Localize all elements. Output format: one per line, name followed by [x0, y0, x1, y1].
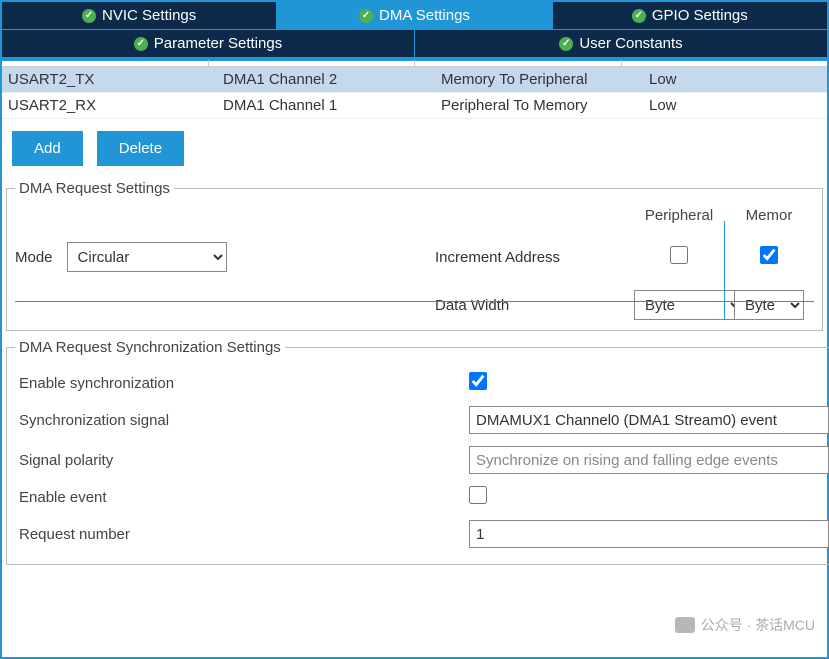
- check-icon: ✓: [134, 37, 148, 51]
- tabs-secondary: ✓ Parameter Settings ✓ User Constants: [2, 29, 827, 59]
- tab-parameter-settings[interactable]: ✓ Parameter Settings: [2, 30, 415, 57]
- tab-nvic-settings[interactable]: ✓ NVIC Settings: [2, 2, 277, 29]
- table-row[interactable]: USART2_RX DMA1 Channel 1 Peripheral To M…: [2, 93, 827, 119]
- cell-direction: Peripheral To Memory: [435, 93, 643, 118]
- cell-priority: Low: [643, 67, 827, 92]
- tab-label: DMA Settings: [379, 7, 470, 24]
- cell-direction: Memory To Peripheral: [435, 67, 643, 92]
- request-number-input[interactable]: [469, 520, 829, 548]
- enable-sync-checkbox[interactable]: [469, 372, 487, 390]
- tab-label: Parameter Settings: [154, 35, 282, 52]
- add-button[interactable]: Add: [12, 131, 83, 166]
- enable-event-label: Enable event: [19, 489, 459, 506]
- check-icon: ✓: [82, 9, 96, 23]
- tab-gpio-settings[interactable]: ✓ GPIO Settings: [553, 2, 827, 29]
- enable-event-checkbox[interactable]: [469, 486, 487, 504]
- tab-label: NVIC Settings: [102, 7, 196, 24]
- mode-select[interactable]: Circular: [67, 242, 227, 272]
- signal-polarity-input[interactable]: [469, 446, 829, 474]
- watermark: 公众号 · 茶话MCU: [675, 615, 815, 635]
- header-spacer: [2, 59, 827, 67]
- table-row[interactable]: USART2_TX DMA1 Channel 2 Memory To Perip…: [2, 67, 827, 93]
- check-icon: ✓: [632, 9, 646, 23]
- cell-channel: DMA1 Channel 1: [217, 93, 435, 118]
- tab-dma-settings[interactable]: ✓ DMA Settings: [277, 2, 552, 29]
- mode-label: Mode: [15, 249, 53, 266]
- col-header-peripheral: Peripheral: [634, 207, 724, 224]
- data-width-label: Data Width: [435, 297, 634, 314]
- delete-button[interactable]: Delete: [97, 131, 184, 166]
- tab-user-constants[interactable]: ✓ User Constants: [415, 30, 827, 57]
- horizontal-divider: [15, 301, 814, 302]
- fieldset-legend: DMA Request Synchronization Settings: [15, 339, 285, 356]
- dma-sync-settings: DMA Request Synchronization Settings Ena…: [6, 339, 829, 565]
- watermark-text: 公众号 · 茶话MCU: [701, 615, 815, 635]
- peripheral-increment-checkbox[interactable]: [670, 246, 688, 264]
- request-number-label: Request number: [19, 526, 459, 543]
- dma-request-settings: DMA Request Settings Peripheral Memor Mo…: [6, 180, 823, 331]
- memory-data-width-select[interactable]: Byte: [734, 290, 804, 320]
- vertical-divider: [724, 221, 725, 320]
- check-icon: ✓: [359, 9, 373, 23]
- signal-polarity-label: Signal polarity: [19, 452, 459, 469]
- cell-channel: DMA1 Channel 2: [217, 67, 435, 92]
- enable-sync-label: Enable synchronization: [19, 375, 459, 392]
- wechat-icon: [675, 617, 695, 633]
- sync-signal-input[interactable]: [469, 406, 829, 434]
- increment-address-label: Increment Address: [435, 249, 634, 266]
- button-row: Add Delete: [2, 119, 827, 180]
- memory-increment-checkbox[interactable]: [760, 246, 778, 264]
- fieldset-legend: DMA Request Settings: [15, 180, 174, 197]
- tab-label: User Constants: [579, 35, 682, 52]
- cell-priority: Low: [643, 93, 827, 118]
- check-icon: ✓: [559, 37, 573, 51]
- tab-label: GPIO Settings: [652, 7, 748, 24]
- cell-request: USART2_TX: [2, 67, 217, 92]
- col-header-memory: Memor: [724, 207, 814, 224]
- sync-signal-label: Synchronization signal: [19, 412, 459, 429]
- dma-table: USART2_TX DMA1 Channel 2 Memory To Perip…: [2, 67, 827, 119]
- cell-request: USART2_RX: [2, 93, 217, 118]
- tabs-primary: ✓ NVIC Settings ✓ DMA Settings ✓ GPIO Setti…: [2, 2, 827, 29]
